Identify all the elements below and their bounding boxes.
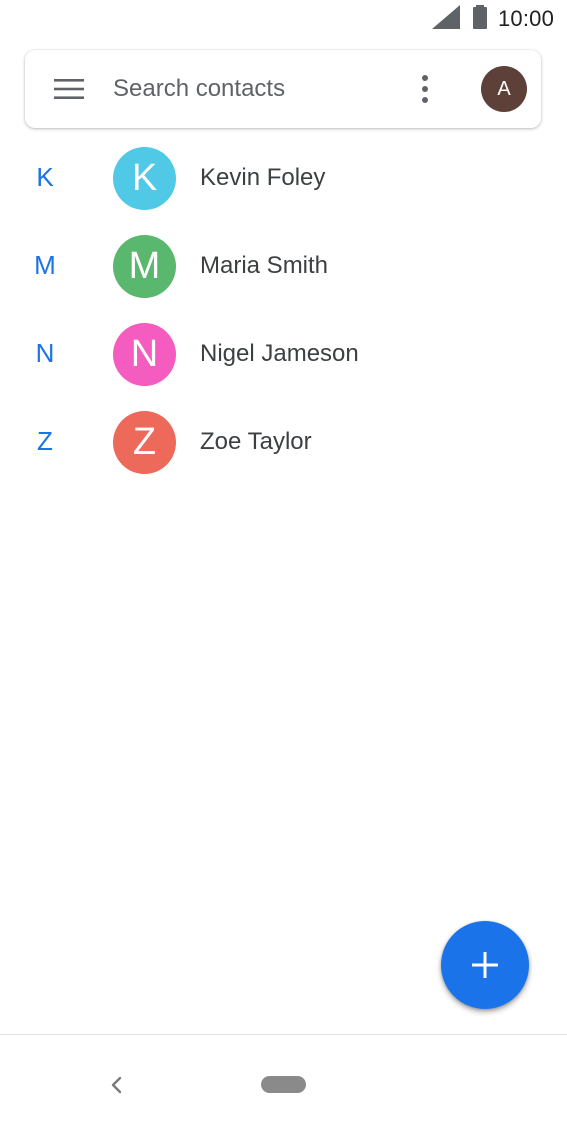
battery-icon [473,5,487,29]
back-chevron-icon[interactable] [104,1072,130,1098]
contact-name: Zoe Taylor [200,428,312,455]
section-letter: Z [37,426,53,456]
contact-row-zoe-taylor[interactable]: Z Z Zoe Taylor [0,398,567,486]
system-nav-bar [0,1035,567,1134]
add-contact-button[interactable] [441,921,529,1009]
contact-name: Maria Smith [200,252,329,279]
home-pill-icon[interactable] [261,1076,306,1093]
account-avatar[interactable]: A [481,66,527,112]
section-letter: K [36,162,54,192]
section-letter: M [34,250,56,280]
more-vert-icon[interactable] [417,74,433,104]
plus-icon [472,952,498,978]
contact-avatar: N [113,323,176,386]
contact-avatar: K [113,147,176,210]
status-bar: 10:00 [0,0,567,40]
signal-icon [432,5,460,29]
contact-row-kevin-foley[interactable]: K K Kevin Foley [0,134,567,222]
search-input[interactable] [113,72,403,106]
contact-row-nigel-jameson[interactable]: N N Nigel Jameson [0,310,567,398]
contact-row-maria-smith[interactable]: M M Maria Smith [0,222,567,310]
contact-avatar: Z [113,411,176,474]
contact-name: Nigel Jameson [200,340,359,367]
section-letter: N [35,338,55,368]
contact-name: Kevin Foley [200,164,326,191]
contact-list: K K Kevin Foley M M Maria Smith N N Nige… [0,134,567,486]
menu-icon[interactable] [54,79,84,99]
status-time: 10:00 [498,6,555,31]
contact-avatar: M [113,235,176,298]
search-bar[interactable]: A [25,50,541,128]
